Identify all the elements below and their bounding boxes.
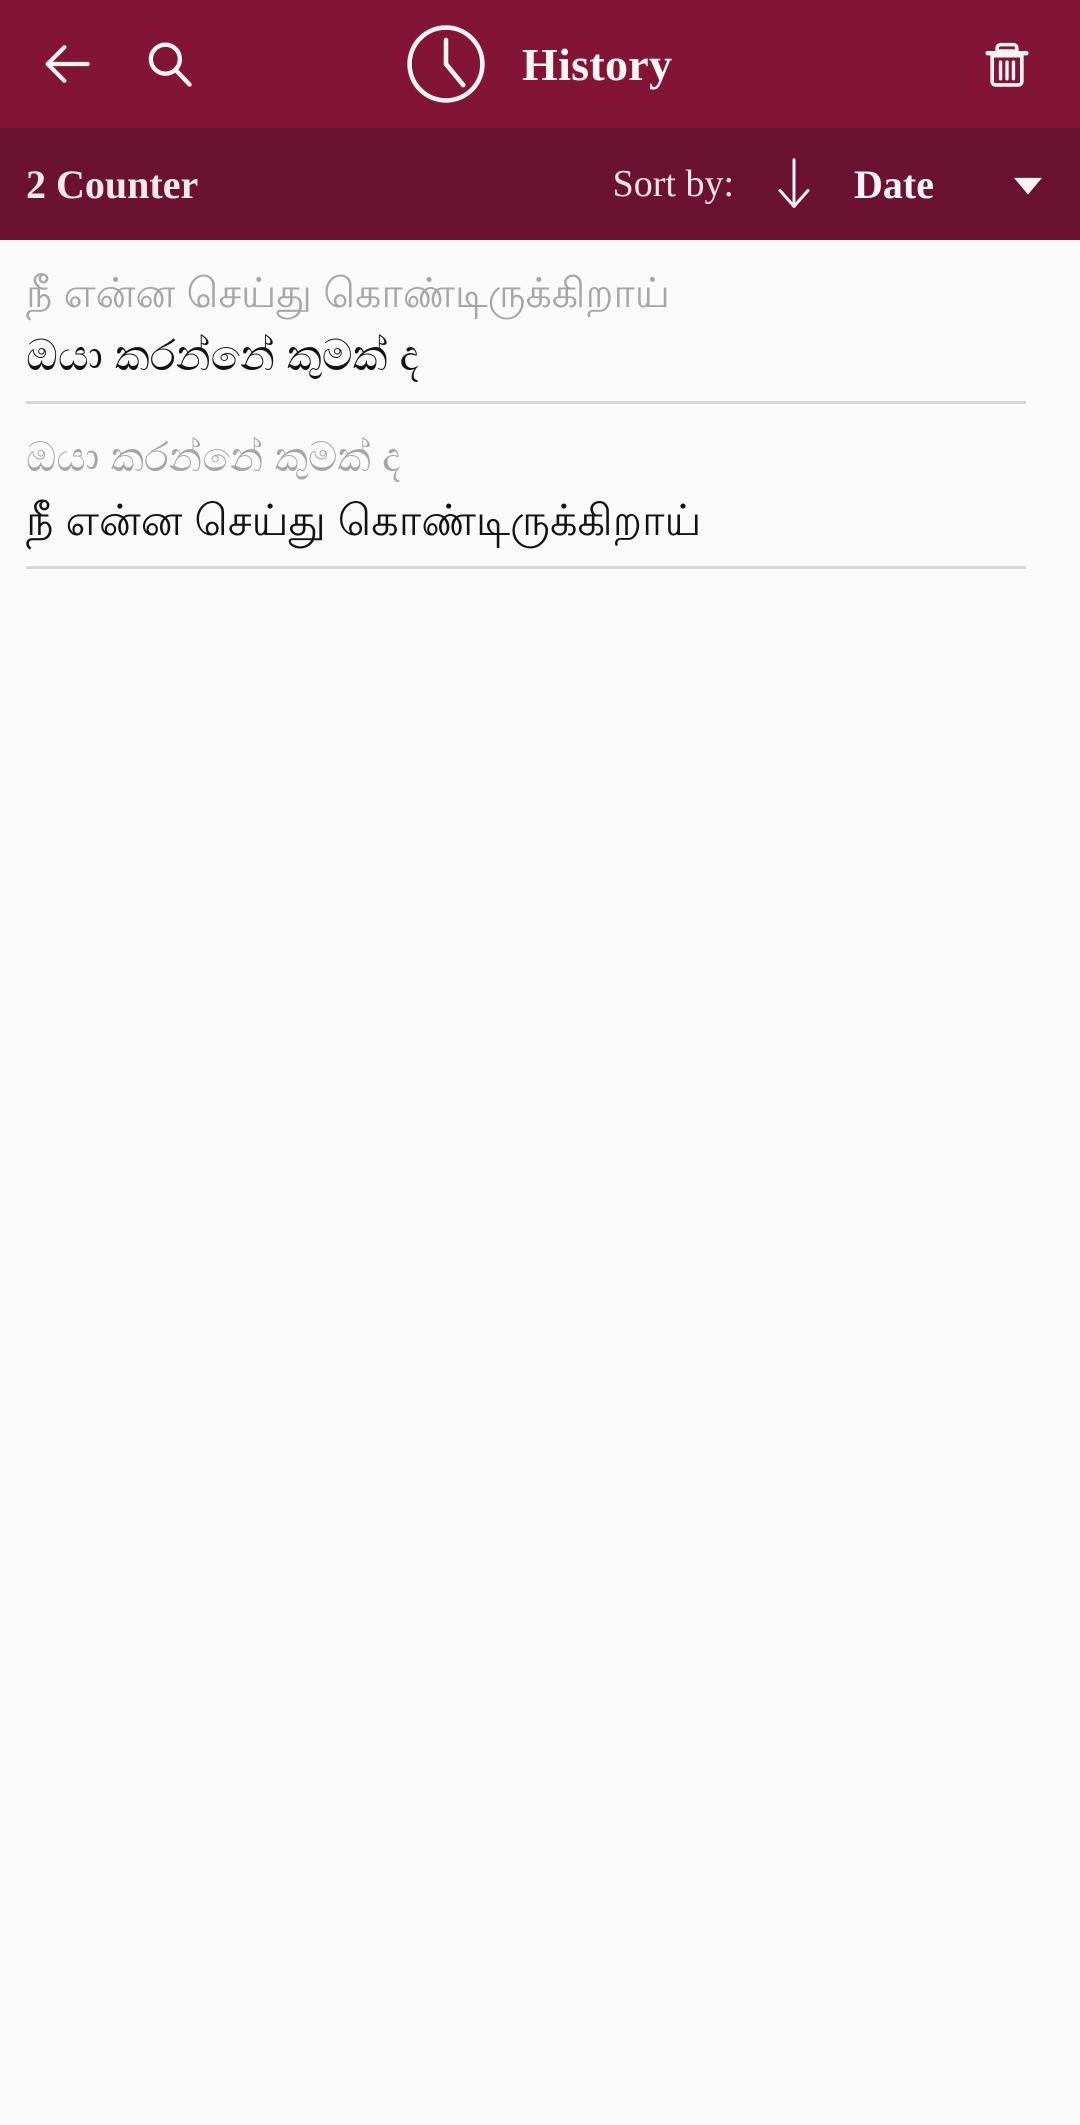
sort-direction-button[interactable] (734, 156, 820, 212)
trash-icon (985, 42, 1029, 87)
clock-icon (407, 25, 485, 103)
search-button[interactable] (132, 27, 206, 101)
back-button[interactable] (30, 27, 104, 101)
sort-controls: Sort by: Date (613, 156, 1050, 212)
list-divider (26, 565, 1026, 569)
history-item-source-text: நீ என்ன செய்து கொண்டிருக்கிறாய் (26, 270, 670, 316)
sort-value-label[interactable]: Date (854, 161, 934, 208)
sort-dropdown-button[interactable] (1006, 162, 1050, 206)
arrow-down-icon (778, 158, 810, 208)
history-screen: History 2 Counter Sort by: Date நீ என்ன … (0, 0, 1080, 2125)
search-icon (148, 42, 192, 87)
title-group: History (400, 0, 672, 128)
history-item-target-text: நீ என்ன செய்து கொண்டிருக்கிறாய் (26, 496, 702, 545)
sort-bar: 2 Counter Sort by: Date (0, 128, 1080, 240)
app-bar: History (0, 0, 1080, 128)
history-item-source-text: ඔයා කරන්නේ කුමක් ද (26, 434, 401, 481)
page-title: History (522, 38, 673, 90)
history-item-target-text: ඔයා කරන්නේ කුමක් ද (26, 332, 419, 381)
history-item[interactable]: ඔයා කරන්නේ කුමක් ද நீ என்ன செய்து கொண்டி… (0, 404, 1080, 569)
arrow-left-icon (45, 45, 90, 83)
sort-by-label: Sort by: (612, 163, 735, 205)
history-list[interactable]: நீ என்ன செய்து கொண்டிருக்கிறாய் ඔයා කරන්… (0, 240, 1080, 2125)
history-item[interactable]: நீ என்ன செய்து கொண்டிருக்கிறாய் ඔයා කරන්… (0, 240, 1080, 405)
delete-all-button[interactable] (968, 25, 1046, 103)
caret-down-icon (1014, 177, 1042, 195)
counter-label: 2 Counter (26, 161, 199, 207)
